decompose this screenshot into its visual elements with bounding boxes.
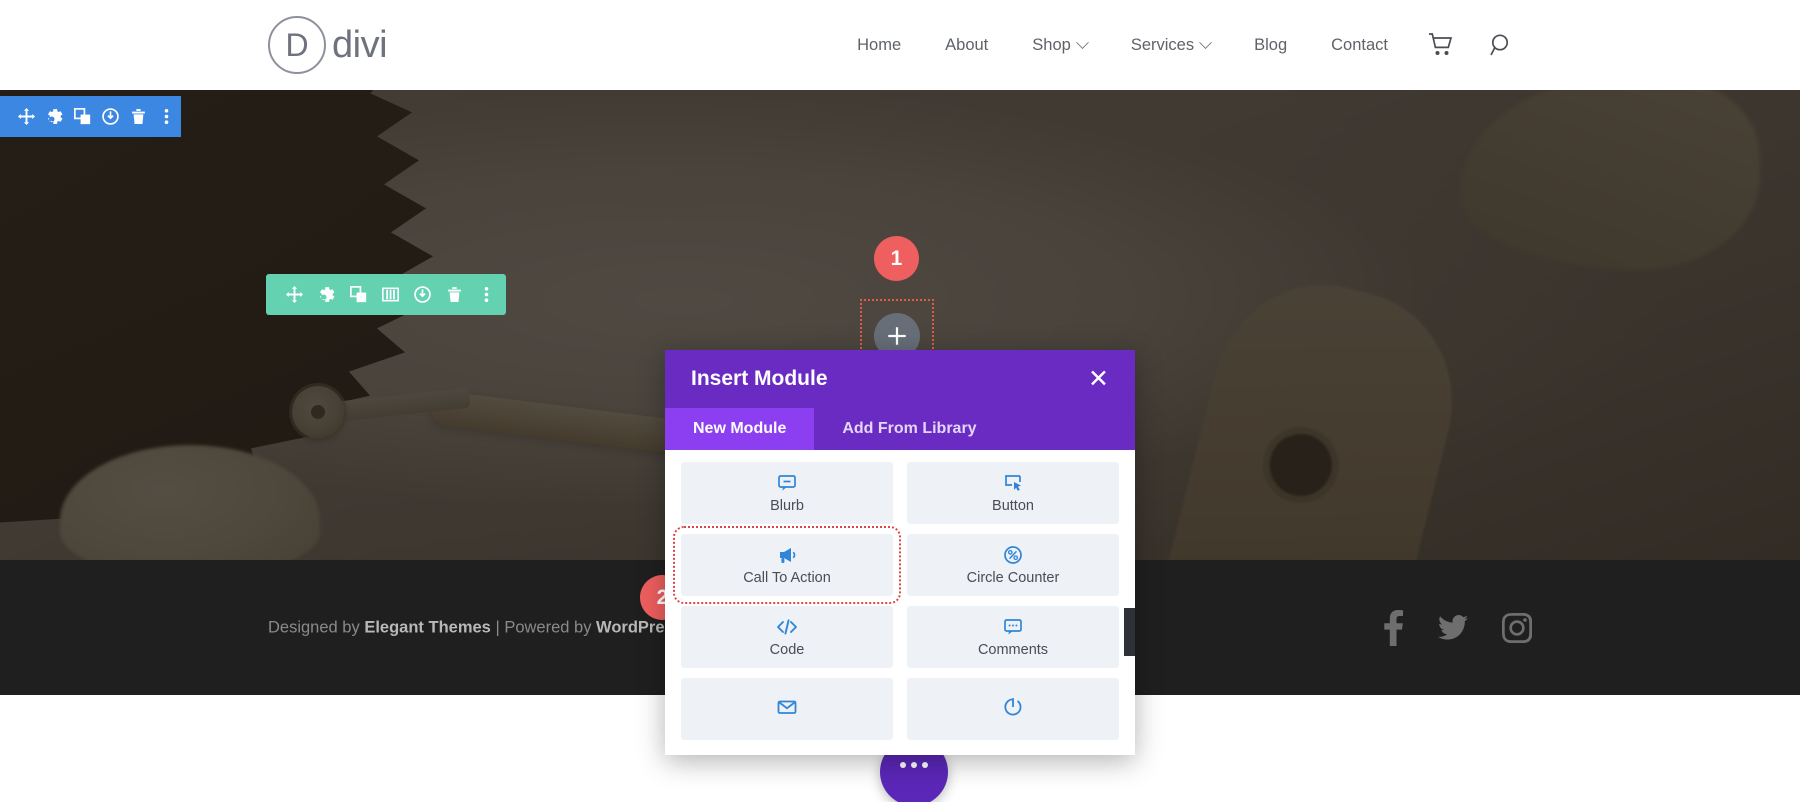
row-more-options-button[interactable] [470, 274, 502, 315]
module-card-comments[interactable]: Comments [907, 606, 1119, 668]
kebab-menu-icon [900, 762, 928, 768]
module-label: Circle Counter [966, 569, 1060, 586]
row-delete-button[interactable] [438, 274, 470, 315]
nav-label: Blog [1254, 35, 1288, 54]
row-save-to-library-button[interactable] [406, 274, 438, 315]
section-duplicate-button[interactable] [68, 96, 96, 137]
nav-label: Services [1130, 35, 1195, 54]
nav-label: Shop [1032, 35, 1071, 54]
footer-separator: | [490, 618, 505, 636]
divi-logo-text: divi [332, 23, 388, 66]
module-card-call-to-action[interactable]: Call To Action [673, 526, 901, 604]
section-save-to-library-button[interactable] [97, 96, 125, 137]
row-duplicate-button[interactable] [342, 274, 374, 315]
module-label: Code [769, 641, 805, 658]
module-grid: Blurb Button Call To Action Circle Count… [673, 462, 1119, 740]
footer-social-links [1382, 609, 1532, 646]
insert-module-modal: Insert Module ✕ New Module Add From Libr… [665, 350, 1135, 755]
footer-designed-by: Designed by [268, 618, 365, 636]
nav-label: About [945, 35, 989, 54]
section-move-handle[interactable] [12, 96, 40, 137]
footer-brand-elegant-themes[interactable]: Elegant Themes [364, 618, 491, 636]
module-label: Button [992, 497, 1034, 514]
site-header: D divi Home About Shop Services Blog Con… [0, 0, 1800, 90]
modal-body: Blurb Button Call To Action Circle Count… [665, 450, 1135, 755]
section-settings-button[interactable] [40, 96, 68, 137]
section-delete-button[interactable] [125, 96, 153, 137]
site-logo[interactable]: D divi [268, 16, 388, 74]
row-column-structure-button[interactable] [374, 274, 406, 315]
module-label: Comments [977, 641, 1049, 658]
section-more-options-button[interactable] [153, 96, 181, 137]
chevron-down-icon [1075, 35, 1089, 49]
blurb-icon [777, 473, 797, 493]
module-card-email-optin[interactable] [681, 678, 893, 740]
module-card-countdown-timer[interactable] [907, 678, 1119, 740]
nav-label: Contact [1331, 35, 1388, 54]
divi-logo-mark: D [268, 16, 326, 74]
module-card-button[interactable]: Button [907, 462, 1119, 524]
search-icon[interactable] [1472, 33, 1532, 57]
comments-icon [1003, 617, 1023, 637]
module-card-code[interactable]: Code [681, 606, 893, 668]
module-label: Call To Action [743, 569, 831, 586]
chevron-down-icon [1199, 35, 1212, 49]
tab-add-from-library[interactable]: Add From Library [814, 408, 1004, 450]
page-root: Designed by Elegant Themes | Powered by … [0, 0, 1800, 802]
nav-item-shop[interactable]: Shop [1010, 36, 1109, 55]
row-settings-button[interactable] [310, 274, 342, 315]
nav-item-services[interactable]: Services [1109, 36, 1232, 55]
module-card-blurb[interactable]: Blurb [681, 462, 893, 524]
nav-item-about[interactable]: About [923, 36, 1010, 55]
modal-header: Insert Module ✕ [665, 350, 1135, 408]
modal-scrollbar-thumb[interactable] [1124, 608, 1135, 656]
shopping-cart-icon[interactable] [1410, 33, 1472, 57]
tab-new-module[interactable]: New Module [665, 408, 815, 450]
megaphone-icon [777, 545, 797, 565]
close-icon[interactable]: ✕ [1088, 366, 1109, 392]
module-label: Blurb [770, 497, 804, 514]
circle-counter-icon [1003, 545, 1023, 565]
nav-item-blog[interactable]: Blog [1232, 36, 1309, 55]
instagram-icon[interactable] [1502, 612, 1532, 643]
modal-title: Insert Module [691, 367, 828, 390]
code-icon [776, 617, 798, 637]
footer-credit-text: Designed by Elegant Themes | Powered by … [268, 618, 683, 637]
envelope-icon [777, 697, 797, 717]
button-icon [1003, 473, 1023, 493]
nav-item-contact[interactable]: Contact [1309, 36, 1410, 55]
main-navigation: Home About Shop Services Blog Contact [835, 33, 1532, 57]
plus-icon [888, 327, 906, 345]
facebook-icon[interactable] [1382, 609, 1404, 646]
modal-tabs: New Module Add From Library [665, 408, 1135, 450]
module-card-circle-counter[interactable]: Circle Counter [907, 534, 1119, 596]
countdown-timer-icon [1003, 697, 1023, 717]
footer-powered-by: Powered by [504, 618, 597, 636]
nav-item-home[interactable]: Home [835, 36, 923, 55]
row-toolbar [266, 274, 506, 315]
section-toolbar [0, 96, 181, 137]
nav-label: Home [857, 35, 902, 54]
twitter-icon[interactable] [1438, 614, 1468, 641]
step-badge-1: 1 [874, 236, 919, 281]
row-move-handle[interactable] [278, 274, 310, 315]
